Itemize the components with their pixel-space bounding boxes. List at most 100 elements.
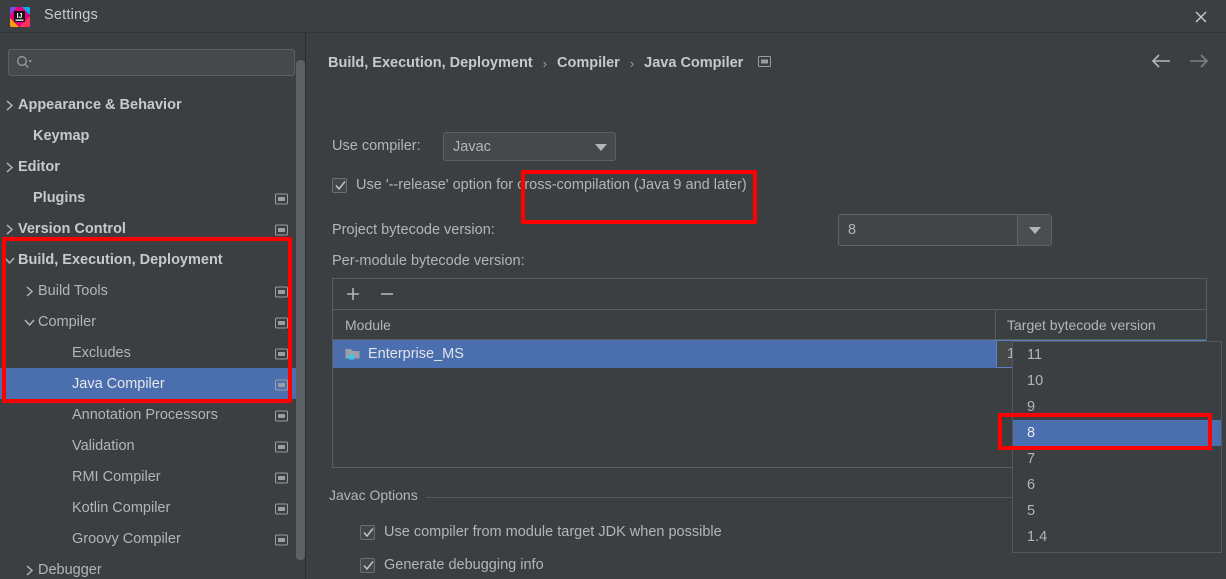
table-toolbar: [333, 279, 1206, 310]
table-cell-module[interactable]: Enterprise_MS: [333, 340, 996, 368]
sidebar-item-label: Build Tools: [38, 282, 108, 299]
sidebar-item-label: RMI Compiler: [72, 468, 161, 485]
sidebar-item-excludes[interactable]: Excludes: [0, 337, 305, 368]
sidebar-item-keymap[interactable]: Keymap: [0, 120, 305, 151]
settings-tree: Appearance & Behavior Keymap Editor Plugins…: [0, 89, 305, 579]
breadcrumb-part-2[interactable]: Compiler: [557, 55, 620, 71]
sidebar-item-label: Java Compiler: [72, 375, 165, 392]
module-folder-icon: [345, 347, 361, 361]
sidebar-item-label: Compiler: [38, 313, 97, 330]
sidebar-item-groovy-compiler[interactable]: Groovy Compiler: [0, 523, 305, 554]
chevron-right-icon[interactable]: [4, 223, 16, 235]
dropdown-option-10[interactable]: 10: [1013, 368, 1221, 394]
use-release-option-checkbox[interactable]: Use '--release' option for cross-compila…: [332, 177, 747, 193]
settings-page-icon[interactable]: [275, 316, 288, 328]
settings-page-icon[interactable]: [275, 223, 288, 235]
chevron-right-icon[interactable]: [24, 564, 36, 576]
chevron-right-icon[interactable]: [4, 161, 16, 173]
dropdown-option-7[interactable]: 7: [1013, 446, 1221, 472]
breadcrumb-part-3: Java Compiler: [644, 55, 744, 71]
sidebar-item-label: Annotation Processors: [72, 406, 218, 423]
sidebar-item-label: Plugins: [33, 189, 86, 206]
dropdown-option-8[interactable]: 8: [1013, 420, 1221, 446]
sidebar-item-plugins[interactable]: Plugins: [0, 182, 305, 213]
settings-page-icon[interactable]: [275, 347, 288, 359]
sidebar-item-kotlin-compiler[interactable]: Kotlin Compiler: [0, 492, 305, 523]
svg-text:IJ: IJ: [17, 13, 23, 20]
settings-sidebar: Appearance & Behavior Keymap Editor Plugins…: [0, 33, 306, 579]
search-icon: [16, 55, 33, 70]
javac-options-title: Javac Options: [329, 487, 426, 503]
sidebar-item-rmi-compiler[interactable]: RMI Compiler: [0, 461, 305, 492]
column-header-target-bytecode-version[interactable]: Target bytecode version: [996, 310, 1206, 339]
sidebar-item-editor[interactable]: Editor: [0, 151, 305, 182]
project-bytecode-version-dropdown[interactable]: 8: [838, 214, 1052, 246]
chevron-right-icon[interactable]: [4, 99, 16, 111]
use-compiler-dropdown[interactable]: Javac: [443, 132, 616, 161]
settings-page-icon[interactable]: [275, 409, 288, 421]
search-input[interactable]: [8, 49, 295, 76]
use-compiler-value: Javac: [453, 138, 491, 155]
minus-icon[interactable]: [378, 285, 396, 303]
navigation-arrows: [1150, 53, 1210, 75]
sidebar-item-validation[interactable]: Validation: [0, 430, 305, 461]
settings-dialog: IJ Settings Appearance & Behavior Keymap…: [0, 0, 1226, 579]
dropdown-option-1.4[interactable]: 1.4: [1013, 524, 1221, 550]
arrow-left-icon[interactable]: [1150, 53, 1172, 75]
checkbox-box: [360, 524, 375, 540]
sidebar-item-label: Build, Execution, Deployment: [18, 251, 223, 268]
dropdown-option-6[interactable]: 6: [1013, 472, 1221, 498]
sidebar-item-annotation-processors[interactable]: Annotation Processors: [0, 399, 305, 430]
arrow-right-icon[interactable]: [1188, 53, 1210, 75]
chevron-down-icon[interactable]: [4, 254, 16, 266]
project-bytecode-version-value: 8: [848, 222, 857, 238]
sidebar-item-label: Groovy Compiler: [72, 530, 181, 547]
title-bar: IJ Settings: [0, 0, 1226, 33]
settings-page-icon[interactable]: [275, 285, 288, 297]
sidebar-item-compiler[interactable]: Compiler: [0, 306, 305, 337]
per-module-bytecode-label: Per-module bytecode version:: [332, 253, 525, 269]
sidebar-item-debugger[interactable]: Debugger: [0, 554, 305, 579]
chevron-right-icon[interactable]: [24, 285, 36, 297]
sidebar-item-appearance-behavior[interactable]: Appearance & Behavior: [0, 89, 305, 120]
column-header-module[interactable]: Module: [333, 310, 996, 339]
chevron-down-icon[interactable]: [24, 316, 36, 328]
chevron-down-icon: [1017, 215, 1051, 245]
sidebar-item-version-control[interactable]: Version Control: [0, 213, 305, 244]
breadcrumb-part-1[interactable]: Build, Execution, Deployment: [328, 55, 533, 71]
sidebar-item-java-compiler[interactable]: Java Compiler: [0, 368, 305, 399]
checkbox-box: [332, 177, 347, 193]
sidebar-item-label: Excludes: [72, 344, 131, 361]
checkbox-box: [360, 557, 375, 573]
plus-icon[interactable]: [344, 285, 362, 303]
settings-page-icon[interactable]: [275, 440, 288, 452]
sidebar-scrollbar[interactable]: [296, 60, 305, 560]
settings-page-icon[interactable]: [275, 192, 288, 204]
table-header-row: Module Target bytecode version: [333, 310, 1206, 340]
sidebar-item-build-execution-deployment[interactable]: Build, Execution, Deployment: [0, 244, 305, 275]
table-cell-module-label: Enterprise_MS: [368, 346, 464, 362]
settings-page-icon[interactable]: [275, 378, 288, 390]
window-title: Settings: [44, 7, 98, 23]
use-release-option-label: Use '--release' option for cross-compila…: [356, 177, 747, 193]
breadcrumb: Build, Execution, Deployment › Compiler …: [328, 55, 772, 71]
javac-option-checkbox-1[interactable]: Generate debugging info: [360, 557, 544, 573]
settings-page-icon[interactable]: [758, 55, 772, 71]
breadcrumb-separator-icon: ›: [629, 55, 635, 71]
sidebar-item-label: Appearance & Behavior: [18, 96, 182, 113]
project-bytecode-version-label: Project bytecode version:: [332, 222, 495, 238]
dropdown-option-11[interactable]: 11: [1013, 342, 1221, 368]
target-bytecode-version-dropdown-popup: 11 10 9 8 7 6 5 1.4: [1012, 341, 1222, 553]
settings-page-icon[interactable]: [275, 502, 288, 514]
chevron-down-icon: [587, 143, 615, 151]
sidebar-item-build-tools[interactable]: Build Tools: [0, 275, 305, 306]
javac-option-checkbox-0[interactable]: Use compiler from module target JDK when…: [360, 524, 722, 540]
settings-page-icon[interactable]: [275, 471, 288, 483]
breadcrumb-separator-icon: ›: [542, 55, 547, 71]
dropdown-option-9[interactable]: 9: [1013, 394, 1221, 420]
javac-option-label-0: Use compiler from module target JDK when…: [384, 524, 722, 540]
dropdown-option-5[interactable]: 5: [1013, 498, 1221, 524]
close-icon[interactable]: [1188, 4, 1214, 30]
settings-page-icon[interactable]: [275, 533, 288, 545]
sidebar-item-label: Keymap: [33, 127, 90, 144]
